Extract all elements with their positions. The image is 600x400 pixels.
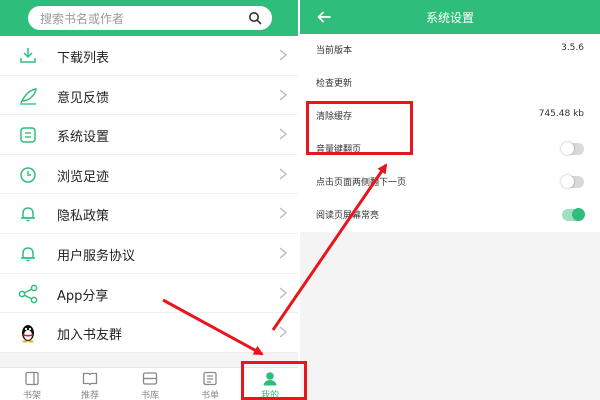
setting-label: 当前版本	[316, 46, 353, 56]
tab-label: 书库	[140, 391, 159, 400]
menu-item-label: 浏览足迹	[57, 169, 110, 185]
setting-check-update[interactable]: 检查更新	[300, 67, 600, 100]
volume-key-toggle[interactable]	[561, 142, 584, 155]
chevron-right-icon	[279, 49, 288, 61]
settings-icon	[20, 127, 36, 143]
setting-label: 点击页面两侧翻下一页	[316, 178, 407, 188]
bookshelf-icon	[25, 371, 39, 386]
chevron-right-icon	[279, 326, 288, 338]
chevron-right-icon	[279, 168, 288, 180]
tab-recommend[interactable]: 推荐	[60, 368, 120, 400]
menu-item-privacy[interactable]: 隐私政策	[0, 194, 298, 234]
chevron-right-icon	[279, 287, 288, 299]
keep-screen-on-toggle[interactable]	[562, 208, 585, 221]
library-icon	[142, 372, 158, 385]
version-value: 3.5.6	[561, 43, 584, 53]
tab-label: 推荐	[80, 391, 99, 400]
tab-library[interactable]: 书库	[120, 368, 180, 400]
menu-item-downloads[interactable]: 下载列表	[0, 36, 298, 76]
highlight-box-clear-cache	[306, 101, 413, 155]
toggle-knob	[561, 175, 574, 188]
chevron-right-icon	[279, 89, 288, 101]
booklist-icon	[203, 371, 217, 386]
page-title: 系统设置	[425, 11, 474, 25]
menu-item-history[interactable]: 浏览足迹	[0, 155, 298, 195]
feather-icon	[20, 87, 37, 105]
settings-header: 系统设置	[300, 0, 600, 34]
search-placeholder: 搜索书名或作者	[40, 12, 125, 26]
search-icon[interactable]	[248, 11, 262, 25]
profile-menu: 下载列表 意见反馈 系统设置 浏览足迹 隐私政策 用户服务协议 App分享 加入…	[0, 36, 298, 353]
menu-item-join-group[interactable]: 加入书友群	[0, 313, 298, 353]
open-book-icon	[82, 372, 98, 386]
bell-icon	[21, 207, 35, 222]
menu-item-label: 加入书友群	[57, 328, 123, 344]
tab-bookshelf[interactable]: 书架	[2, 368, 62, 400]
menu-item-label: 用户服务协议	[57, 248, 136, 264]
setting-tap-sides-page-turn: 点击页面两侧翻下一页	[300, 166, 600, 199]
download-icon	[20, 48, 36, 63]
toggle-knob	[561, 142, 574, 155]
system-settings-screen: 系统设置 当前版本 3.5.6 检查更新 清除缓存 745.48 kb 音量键翻…	[300, 0, 600, 400]
setting-label: 检查更新	[316, 79, 353, 89]
menu-item-feedback[interactable]: 意见反馈	[0, 76, 298, 116]
tab-label: 书单	[200, 391, 219, 400]
menu-item-system-settings[interactable]: 系统设置	[0, 115, 298, 155]
tab-label: 书架	[22, 391, 41, 400]
qq-penguin-icon	[22, 325, 34, 343]
clock-icon	[20, 167, 36, 183]
setting-current-version: 当前版本 3.5.6	[300, 34, 600, 67]
setting-label: 阅读页屏幕常亮	[316, 211, 380, 221]
setting-keep-screen-on: 阅读页屏幕常亮	[300, 199, 600, 232]
profile-screen: 搜索书名或作者 下载列表 意见反馈 系统设置 浏览足迹 隐私政策 用户服务协议 …	[0, 0, 298, 400]
tap-sides-toggle[interactable]	[561, 175, 584, 188]
chevron-right-icon	[279, 128, 288, 140]
cache-size-value: 745.48 kb	[538, 109, 584, 119]
menu-item-label: 系统设置	[57, 130, 110, 146]
toggle-knob	[572, 208, 585, 221]
menu-item-label: 下载列表	[57, 51, 110, 66]
menu-item-label: 隐私政策	[57, 209, 110, 225]
menu-item-user-agreement[interactable]: 用户服务协议	[0, 234, 298, 274]
top-bar: 搜索书名或作者	[0, 0, 298, 36]
menu-item-label: App分享	[57, 288, 109, 304]
menu-item-label: 意见反馈	[57, 90, 110, 106]
bell-icon	[21, 247, 35, 262]
highlight-box-mine-tab	[241, 361, 307, 400]
menu-item-app-share[interactable]: App分享	[0, 274, 298, 314]
tab-booklist[interactable]: 书单	[180, 368, 240, 400]
search-input[interactable]: 搜索书名或作者	[28, 6, 272, 30]
share-icon	[18, 284, 38, 303]
chevron-right-icon	[279, 247, 288, 259]
chevron-right-icon	[279, 207, 288, 219]
